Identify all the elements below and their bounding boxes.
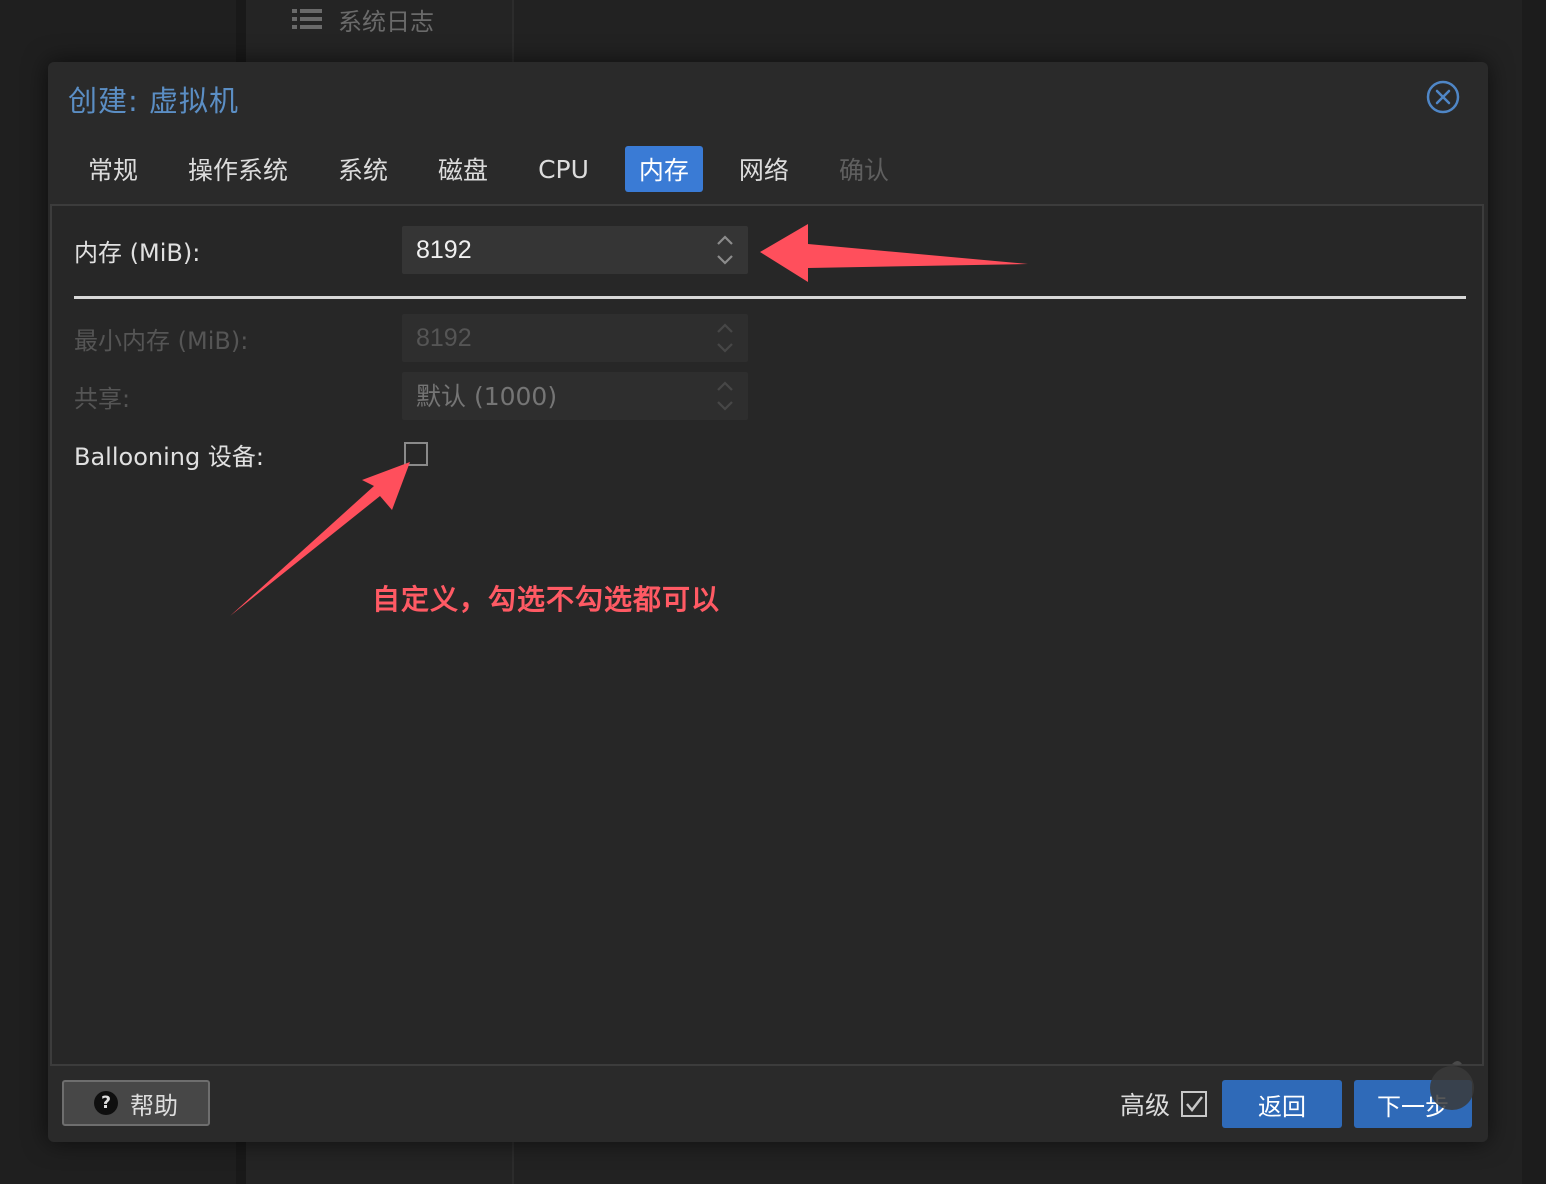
shares-label: 共享: — [74, 384, 131, 413]
nav-item-syslog-label: 系统日志 — [338, 7, 434, 36]
question-icon: ? — [94, 1091, 118, 1115]
advanced-separator — [74, 296, 1466, 299]
help-button-label: 帮助 — [130, 1091, 178, 1120]
tab-cpu[interactable]: CPU — [524, 146, 603, 192]
min-memory-field — [402, 314, 748, 362]
advanced-label: 高级 — [1120, 1091, 1171, 1120]
next-button[interactable]: 下一步 — [1354, 1080, 1472, 1128]
background-right-pane — [1522, 0, 1546, 1184]
ballooning-label: Ballooning 设备: — [74, 442, 264, 471]
memory-row: 内存 (MiB): — [74, 226, 404, 274]
min-memory-row: 最小内存 (MiB): — [74, 314, 404, 362]
back-button[interactable]: 返回 — [1222, 1080, 1342, 1128]
tab-confirm: 确认 — [838, 156, 889, 185]
annotation-text: 自定义，勾选不勾选都可以 — [372, 583, 721, 616]
help-button[interactable]: ? 帮助 — [62, 1080, 210, 1126]
memory-input[interactable] — [402, 234, 698, 266]
shares-row: 共享: — [74, 372, 404, 420]
ballooning-row: Ballooning 设备: — [74, 430, 404, 478]
memory-label: 内存 (MiB): — [74, 238, 201, 267]
ballooning-checkbox[interactable] — [404, 442, 428, 466]
nav-item-syslog[interactable]: 系统日志 — [292, 2, 434, 36]
dialog-title: 创建: 虚拟机 — [68, 84, 239, 118]
tab-general[interactable]: 常规 — [74, 146, 152, 192]
dialog-header: 创建: 虚拟机 — [48, 62, 1488, 136]
tab-disk[interactable]: 磁盘 — [424, 146, 502, 192]
tab-os[interactable]: 操作系统 — [174, 146, 302, 192]
min-memory-label: 最小内存 (MiB): — [74, 326, 249, 355]
shares-input — [402, 380, 698, 412]
min-memory-input — [402, 322, 698, 354]
tab-system[interactable]: 系统 — [324, 146, 402, 192]
spinner-icon — [717, 381, 733, 411]
checkbox-checked-icon[interactable] — [1180, 1090, 1208, 1118]
shares-field — [402, 372, 748, 420]
tab-memory[interactable]: 内存 — [624, 146, 703, 192]
memory-settings-panel: 内存 (MiB): 最小内存 (MiB): 共享: — [50, 204, 1484, 1066]
advanced-toggle[interactable]: 高级 — [1120, 1084, 1208, 1124]
close-icon[interactable] — [1426, 80, 1460, 114]
list-icon — [292, 9, 322, 29]
memory-field[interactable] — [402, 226, 748, 274]
wizard-tabs: 常规 操作系统 系统 磁盘 CPU 内存 网络 确认 — [74, 146, 925, 192]
create-vm-dialog: 创建: 虚拟机 常规 操作系统 系统 磁盘 CPU 内存 网络 确认 内存 (M… — [48, 62, 1488, 1142]
tab-network[interactable]: 网络 — [725, 146, 803, 192]
spinner-icon — [717, 323, 733, 353]
spinner-icon[interactable] — [714, 232, 736, 268]
